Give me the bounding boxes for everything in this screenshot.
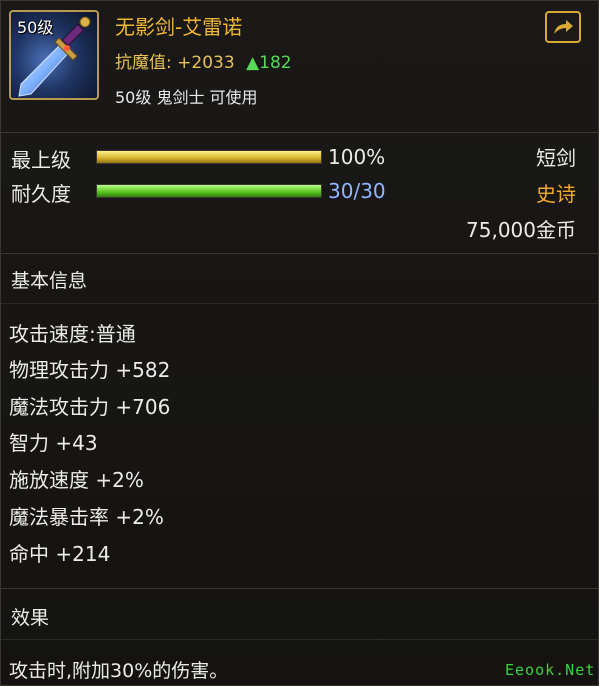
stats-divider <box>1 253 598 254</box>
durability-value: 30/30 <box>328 179 386 203</box>
attribute-hit-rate: 命中 +214 <box>9 542 111 566</box>
attribute-magic-crit: 魔法暴击率 +2% <box>9 505 164 529</box>
attribute-magic-attack: 魔法攻击力 +706 <box>9 395 171 419</box>
magic-resist-line: 抗魔值: +2033 ▲182 <box>115 48 292 73</box>
attribute-physical-attack: 物理攻击力 +582 <box>9 358 171 382</box>
item-tooltip-panel: 50级 无影剑-艾雷诺 抗魔值: +2033 ▲182 50级 鬼剑士 可使用 … <box>0 0 599 686</box>
resist-increase: ▲182 <box>246 53 292 73</box>
basic-info-divider <box>1 303 598 304</box>
durability-bar <box>96 184 322 198</box>
share-arrow-icon <box>554 20 573 34</box>
attribute-attack-speed: 攻击速度:普通 <box>9 322 136 346</box>
item-price: 75,000金币 <box>466 218 576 242</box>
header-divider <box>1 132 598 133</box>
watermark: Eeook.Net <box>505 661 596 679</box>
grade-label: 最上级 <box>11 148 71 172</box>
durability-label: 耐久度 <box>11 182 71 206</box>
rarity-label: 史诗 <box>536 182 576 206</box>
usage-requirement: 50级 鬼剑士 可使用 <box>115 88 258 107</box>
share-button[interactable] <box>545 11 581 43</box>
item-name: 无影剑-艾雷诺 <box>115 15 243 39</box>
resist-label: 抗魔值: <box>115 53 172 73</box>
effect-title-divider <box>1 639 598 640</box>
grade-bar-fill <box>97 151 321 163</box>
weapon-type: 短剑 <box>536 146 576 170</box>
grade-bar <box>96 150 322 164</box>
grade-value: 100% <box>328 145 386 169</box>
resist-value: +2033 <box>177 53 235 73</box>
basic-info-title: 基本信息 <box>11 270 88 292</box>
durability-bar-fill <box>97 185 321 197</box>
attribute-intelligence: 智力 +43 <box>9 431 98 455</box>
effect-divider <box>1 588 598 589</box>
item-sword-icon[interactable]: 50级 <box>9 10 99 100</box>
effect-title: 效果 <box>11 607 50 629</box>
item-level-badge: 50级 <box>17 18 54 37</box>
attribute-cast-speed: 施放速度 +2% <box>9 468 144 492</box>
effect-text: 攻击时,附加30%的伤害。 <box>9 660 229 682</box>
